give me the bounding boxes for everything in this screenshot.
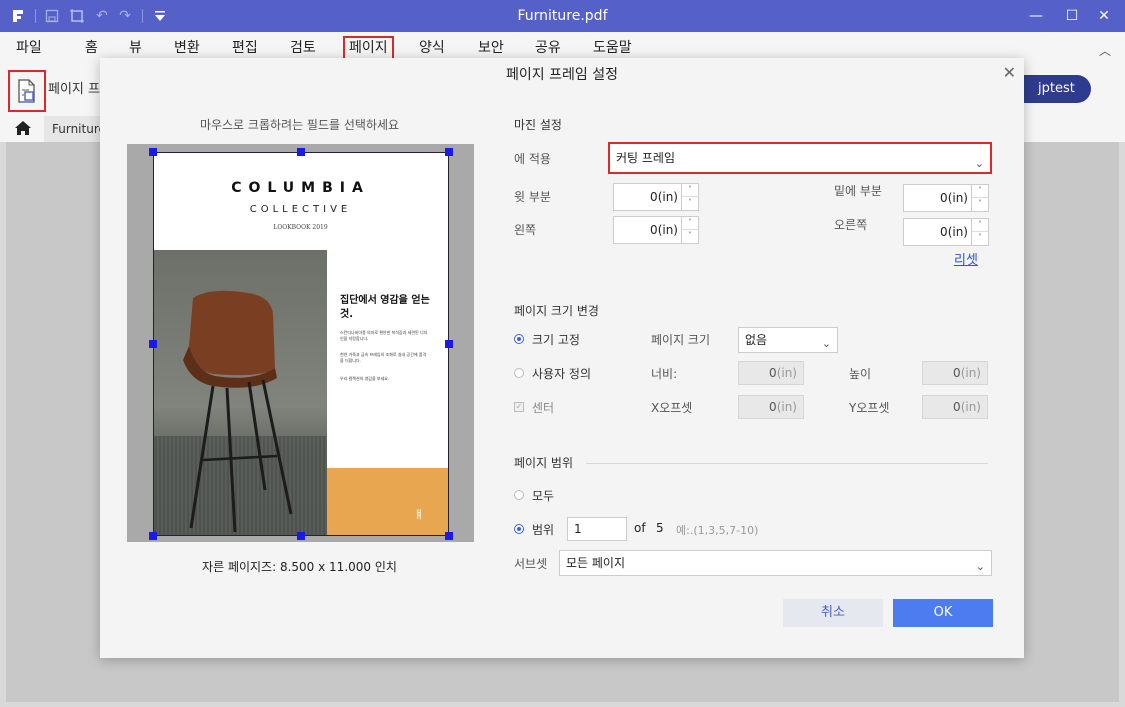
- left-margin-stepper[interactable]: 0(in) ˄ ˅: [613, 216, 699, 244]
- increment-icon[interactable]: ˄: [681, 217, 698, 230]
- height-field: 0(in): [922, 361, 988, 385]
- range-label: 범위: [532, 523, 555, 537]
- subset-label: 서브셋: [514, 557, 548, 571]
- bottom-margin-stepper[interactable]: 0(in) ˄ ˅: [903, 184, 989, 212]
- crop-hint: 마우스로 크롭하려는 필드를 선택하세요: [199, 118, 400, 132]
- apply-to-value: 커팅 프레임: [616, 151, 676, 165]
- decrement-icon[interactable]: ˅: [681, 197, 698, 210]
- chevron-down-icon: ⌄: [821, 337, 831, 350]
- of-label: of: [634, 521, 646, 535]
- resize-section-title: 페이지 크기 변경: [514, 304, 599, 318]
- ok-button[interactable]: OK: [893, 599, 993, 627]
- center-label: 센터: [532, 401, 555, 415]
- menu-page[interactable]: 페이지: [343, 36, 394, 60]
- chevron-down-icon: ⌄: [975, 560, 985, 573]
- total-pages: 5: [656, 521, 664, 535]
- menu-help[interactable]: 도움말: [589, 36, 636, 60]
- chevron-down-icon: ⌄: [974, 157, 984, 170]
- all-pages-radio[interactable]: [514, 490, 524, 500]
- range-input[interactable]: 1: [567, 517, 627, 541]
- window-title: Furniture.pdf: [517, 8, 608, 24]
- crop-preview[interactable]: COLUMBIA COLLECTIVE LOOKBOOK 2019 집단에서 영…: [127, 144, 474, 542]
- cropped-page-size: 자른 페이지즈: 8.500 x 11.000 인치: [202, 560, 397, 574]
- menu-security[interactable]: 보안: [474, 36, 508, 60]
- apply-to-label: 에 적용: [514, 152, 551, 166]
- top-margin-stepper[interactable]: 0(in) ˄ ˅: [613, 183, 699, 211]
- page-frame-tool-button[interactable]: [8, 70, 46, 112]
- left-margin-value: 0(in): [650, 223, 678, 237]
- bottom-margin-value: 0(in): [940, 191, 968, 205]
- range-section-title: 페이지 범위: [514, 456, 574, 470]
- page-size-select[interactable]: 없음 ⌄: [738, 327, 838, 353]
- crop-handle[interactable]: [149, 148, 157, 156]
- page-size-value: 없음: [745, 333, 768, 347]
- menu-file[interactable]: 파일: [12, 36, 46, 60]
- width-label: 너비:: [651, 367, 678, 381]
- margin-section-title: 마진 설정: [514, 118, 562, 132]
- decrement-icon[interactable]: ˅: [971, 232, 988, 245]
- yoffset-field: 0(in): [922, 395, 988, 419]
- minimize-button[interactable]: —: [1018, 0, 1054, 32]
- close-button[interactable]: ✕: [1086, 0, 1122, 32]
- center-checkbox[interactable]: ✓: [514, 402, 524, 412]
- increment-icon[interactable]: ˄: [971, 219, 988, 232]
- menu-review[interactable]: 검토: [286, 36, 320, 60]
- right-margin-stepper[interactable]: 0(in) ˄ ˅: [903, 218, 989, 246]
- page-frame-dialog: 페이지 프레임 설정 ✕ 마우스로 크롭하려는 필드를 선택하세요 COLUMB…: [100, 58, 1024, 658]
- menu-share[interactable]: 공유: [531, 36, 565, 60]
- crop-handle[interactable]: [445, 148, 453, 156]
- crop-handle[interactable]: [149, 340, 157, 348]
- top-margin-label: 윗 부분: [514, 190, 551, 204]
- menu-view[interactable]: 뷰: [125, 36, 146, 60]
- custom-size-label: 사용자 정의: [532, 367, 592, 381]
- right-margin-value: 0(in): [940, 225, 968, 239]
- xoffset-field: 0(in): [738, 395, 804, 419]
- crop-handle[interactable]: [149, 532, 157, 540]
- menu-convert[interactable]: 변환: [170, 36, 204, 60]
- increment-icon[interactable]: ˄: [971, 185, 988, 198]
- range-example: 예:.(1,3,5,7-10): [676, 524, 759, 537]
- dialog-title: 페이지 프레임 설정: [506, 67, 618, 83]
- width-field: 0(in): [738, 361, 804, 385]
- crop-handle[interactable]: [297, 532, 305, 540]
- right-margin-label: 오른쪽: [834, 218, 868, 232]
- height-label: 높이: [849, 367, 872, 381]
- divider: [586, 463, 988, 464]
- left-margin-label: 왼쪽: [514, 223, 537, 237]
- crop-handle[interactable]: [297, 148, 305, 156]
- cancel-button[interactable]: 취소: [783, 599, 883, 627]
- range-radio[interactable]: [514, 524, 524, 534]
- apply-to-select[interactable]: 커팅 프레임 ⌄: [608, 142, 992, 174]
- menu-home[interactable]: 홈: [81, 36, 102, 60]
- custom-size-radio[interactable]: [514, 368, 524, 378]
- home-icon[interactable]: [14, 120, 32, 139]
- crop-handle[interactable]: [445, 340, 453, 348]
- crop-frame[interactable]: [153, 152, 449, 536]
- fixed-size-radio[interactable]: [514, 334, 524, 344]
- reset-link[interactable]: 리셋: [954, 249, 978, 268]
- increment-icon[interactable]: ˄: [681, 184, 698, 197]
- bottom-margin-label: 밑에 부분: [834, 184, 882, 198]
- subset-value: 모든 페이지: [566, 556, 626, 570]
- yoffset-label: Y오프셋: [849, 401, 890, 415]
- maximize-button[interactable]: ☐: [1054, 0, 1090, 32]
- crop-handle[interactable]: [445, 532, 453, 540]
- top-margin-value: 0(in): [650, 190, 678, 204]
- decrement-icon[interactable]: ˅: [681, 230, 698, 243]
- fixed-size-label: 크기 고정: [532, 333, 580, 347]
- subset-select[interactable]: 모든 페이지 ⌄: [559, 550, 992, 576]
- collapse-ribbon-icon[interactable]: ︿: [1099, 42, 1111, 59]
- tool-label: 페이지 프: [48, 82, 100, 97]
- all-pages-label: 모두: [532, 489, 555, 503]
- menu-edit[interactable]: 편집: [228, 36, 262, 60]
- title-bar: ↶ ↷ Furniture.pdf — ☐ ✕: [0, 0, 1125, 32]
- page-size-label: 페이지 크기: [651, 333, 711, 347]
- decrement-icon[interactable]: ˅: [971, 198, 988, 211]
- dialog-close-icon[interactable]: ✕: [1003, 63, 1016, 82]
- xoffset-label: X오프셋: [651, 401, 693, 415]
- page-frame-icon: [18, 79, 35, 103]
- menu-form[interactable]: 양식: [415, 36, 449, 60]
- user-name: jptest: [1038, 81, 1075, 96]
